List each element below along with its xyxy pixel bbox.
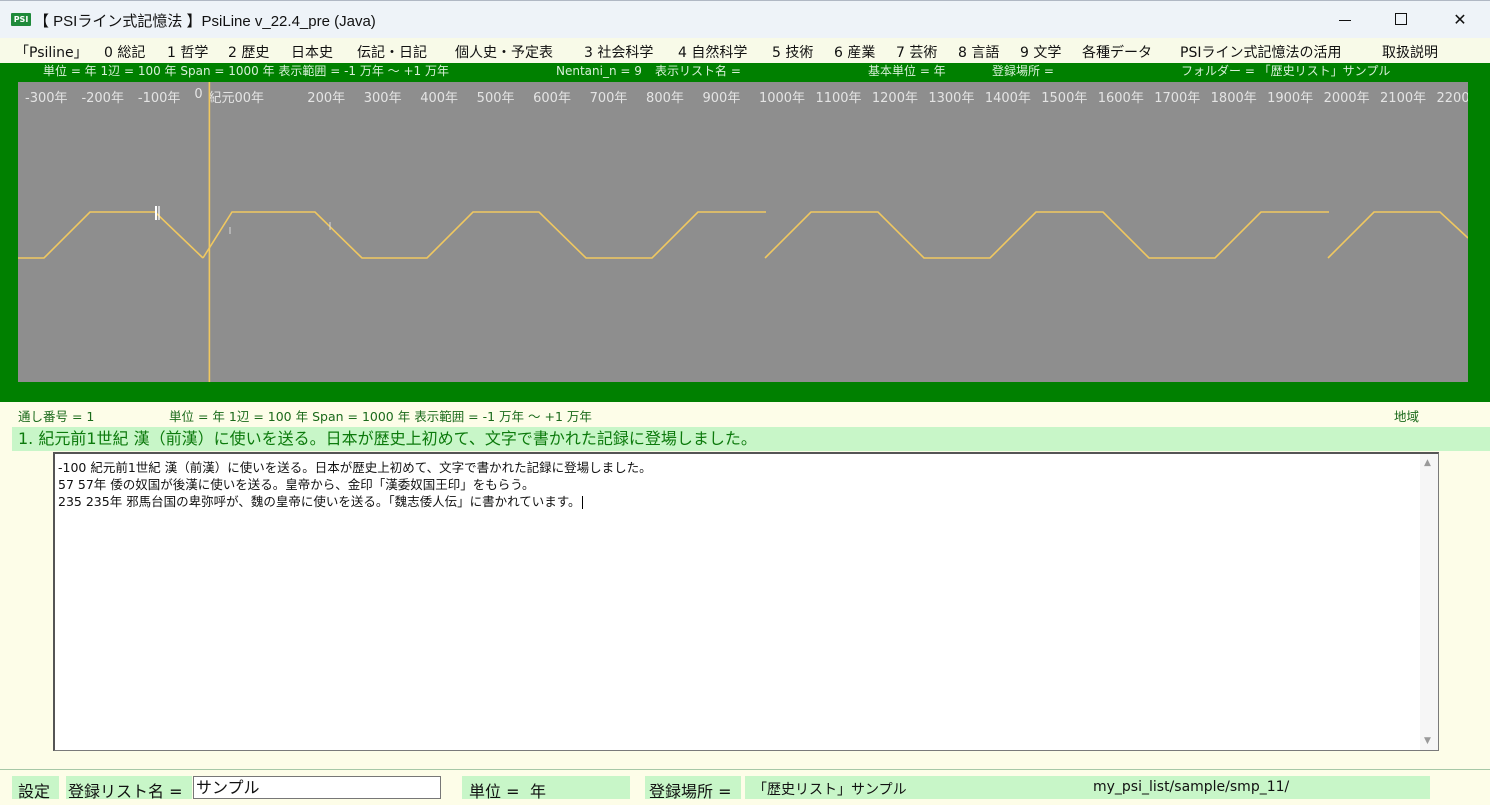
serial-number: 通し番号 = 1 (18, 409, 95, 424)
menu-natural-science[interactable]: 4 自然科学 (678, 42, 747, 62)
menu-literature[interactable]: 9 文学 (1020, 42, 1061, 62)
status-unit: 単位 = 年 1辺 = 100 年 Span = 1000 年 表示範囲 = -… (43, 64, 449, 78)
info-unit: 単位 = 年 1辺 = 100 年 Span = 1000 年 表示範囲 = -… (169, 409, 592, 424)
text-caret (581, 496, 583, 509)
minimize-button[interactable] (1316, 1, 1374, 39)
selected-event-title: 1. 紀元前1世紀 漢（前漢）に使いを送る。日本が歴史上初めて、文字で書かれた記… (12, 427, 1490, 451)
editor-scrollbar[interactable]: ▲ ▼ (1420, 454, 1438, 750)
timeline-graph (18, 82, 1468, 382)
title-bar: PSI 【 PSIライン式記憶法 】PsiLine v_22.4_pre (Ja… (0, 0, 1490, 38)
maximize-icon (1395, 13, 1407, 25)
menu-art[interactable]: 7 芸術 (896, 42, 937, 62)
timeline-wave-segment (202, 211, 766, 259)
menu-usage[interactable]: PSIライン式記憶法の活用 (1180, 42, 1341, 62)
menu-philosophy[interactable]: 1 哲学 (167, 42, 208, 62)
timeline-wave-segment (764, 211, 1329, 259)
unit-value: 年 (530, 782, 547, 801)
menu-technology[interactable]: 5 技術 (772, 42, 813, 62)
location-label: 登録場所 = (649, 782, 732, 801)
menu-biography[interactable]: 伝記・日記 (357, 42, 427, 62)
window-title: 【 PSIライン式記憶法 】PsiLine v_22.4_pre (Java) (34, 13, 376, 30)
close-icon: ✕ (1453, 10, 1467, 29)
menu-history[interactable]: 2 歴史 (228, 42, 269, 62)
event-editor[interactable]: -100 紀元前1世紀 漢（前漢）に使いを送る。日本が歴史上初めて、文字で書かれ… (53, 452, 1439, 751)
timeline-canvas[interactable]: -300年 -200年 -100年 0 紀元00年 200年 300年 400年 500年 600… (18, 82, 1468, 382)
menu-manual[interactable]: 取扱説明 (1382, 42, 1438, 62)
app-icon: PSI (11, 13, 31, 26)
bottom-settings-bar: 設定 登録リスト名 = サンプル 単位 = 年 登録場所 = 「歴史リスト」サン… (0, 769, 1490, 805)
menu-data[interactable]: 各種データ (1082, 42, 1152, 62)
menu-social-science[interactable]: 3 社会科学 (584, 42, 653, 62)
minimize-icon (1339, 19, 1351, 22)
list-name-input[interactable]: サンプル (193, 776, 441, 799)
status-folder: フォルダー = 「歴史リスト」サンプル (1181, 64, 1391, 78)
region-label: 地域 (1394, 409, 1420, 424)
location-value: 「歴史リスト」サンプル (753, 782, 907, 798)
status-location: 登録場所 = (992, 64, 1054, 78)
settings-button[interactable]: 設定 (18, 778, 50, 802)
menu-japanese-history[interactable]: 日本史 (291, 42, 333, 62)
status-list-name: 表示リスト名 = (655, 64, 741, 78)
menu-psiline[interactable]: 「Psiline」 (15, 42, 88, 62)
status-nentani: Nentani_n = 9 (556, 64, 642, 78)
menu-bar: 「Psiline」 0 総記 1 哲学 2 歴史 日本史 伝記・日記 個人史・予… (0, 38, 1490, 63)
menu-language[interactable]: 8 言語 (958, 42, 999, 62)
location-path: my_psi_list/sample/smp_11/ (1093, 779, 1290, 795)
unit-label: 単位 = (469, 782, 520, 801)
status-base-unit: 基本単位 = 年 (868, 64, 946, 78)
list-name-label: 登録リスト名 = (68, 782, 183, 801)
timeline-wave-segment (18, 211, 204, 259)
close-button[interactable]: ✕ (1431, 1, 1489, 39)
menu-personal-history[interactable]: 個人史・予定表 (455, 42, 553, 62)
scroll-up-icon[interactable]: ▲ (1424, 458, 1431, 468)
editor-line[interactable]: 235 235年 邪馬台国の卑弥呼が、魏の皇帝に使いを送る。「魏志倭人伝」に書か… (58, 491, 583, 510)
menu-industry[interactable]: 6 産業 (834, 42, 875, 62)
scroll-down-icon[interactable]: ▼ (1424, 736, 1431, 746)
menu-general[interactable]: 0 総記 (104, 42, 145, 62)
maximize-button[interactable] (1372, 1, 1430, 39)
editor-line-text: 235 235年 邪馬台国の卑弥呼が、魏の皇帝に使いを送る。「魏志倭人伝」に書か… (58, 494, 581, 509)
timeline-wave-segment (1327, 211, 1468, 259)
